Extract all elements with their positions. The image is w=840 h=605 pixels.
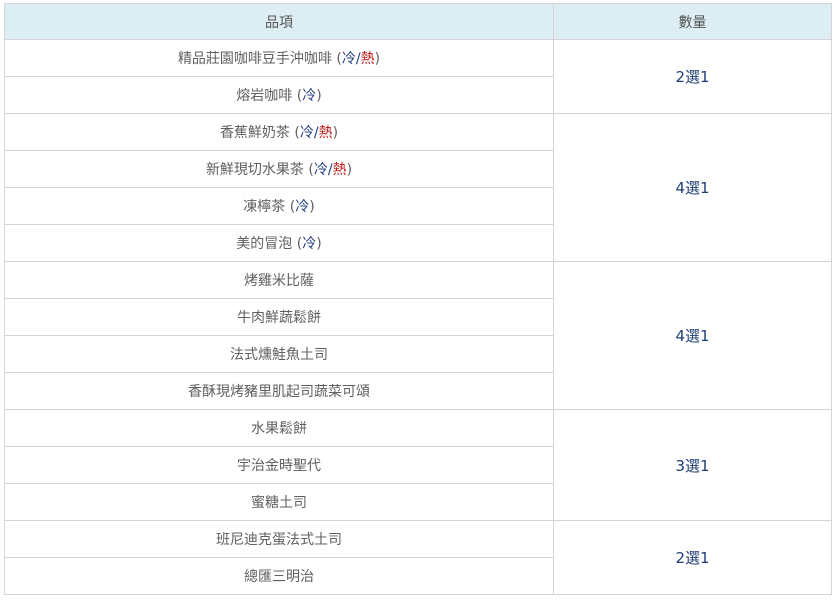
- cold-label: 冷: [302, 88, 317, 104]
- menu-item-cell: 蜜糖土司: [4, 483, 554, 521]
- menu-item-name: 精品莊園咖啡豆手沖咖啡: [177, 51, 332, 67]
- menu-item-cell: 精品莊園咖啡豆手沖咖啡 (冷/熱): [4, 39, 554, 77]
- menu-item-cell: 香蕉鮮奶茶 (冷/熱): [4, 113, 554, 151]
- hot-label: 熱: [360, 51, 375, 67]
- temperature-tag: (冷): [285, 199, 315, 215]
- menu-item-cell: 水果鬆餅: [4, 409, 554, 447]
- qty-column-header: 數量: [553, 3, 832, 40]
- cold-label: 冷: [313, 162, 328, 178]
- menu-item-name: 熔岩咖啡: [236, 88, 293, 104]
- menu-item-cell: 美的冒泡 (冷): [4, 224, 554, 262]
- hot-label: 熱: [318, 125, 333, 141]
- menu-item-name: 烤雞米比薩: [244, 273, 314, 289]
- cold-label: 冷: [299, 125, 314, 141]
- menu-item-name: 美的冒泡: [236, 236, 293, 252]
- cold-label: 冷: [295, 199, 310, 215]
- temperature-tag: (冷/熱): [303, 162, 353, 178]
- selection-quantity: 3選1: [553, 409, 832, 521]
- menu-item-name: 總匯三明治: [244, 569, 314, 585]
- temperature-tag: (冷): [292, 88, 322, 104]
- table-row: 水果鬆餅 3選1: [4, 409, 832, 521]
- menu-item-name: 水果鬆餅: [251, 421, 307, 437]
- selection-quantity: 4選1: [553, 261, 832, 410]
- item-column-header: 品項: [4, 3, 554, 40]
- menu-item-name: 香蕉鮮奶茶: [219, 125, 290, 141]
- temperature-tag: (冷/熱): [331, 51, 381, 67]
- menu-item-cell: 新鮮現切水果茶 (冷/熱): [4, 150, 554, 188]
- table-row: 班尼迪克蛋法式土司 2選1: [4, 520, 832, 595]
- selection-quantity: 4選1: [553, 113, 832, 262]
- menu-item-cell: 班尼迪克蛋法式土司: [4, 520, 554, 558]
- temperature-tag: (冷): [292, 236, 322, 252]
- temperature-tag: (冷/熱): [289, 125, 339, 141]
- menu-table: 品項 數量 精品莊園咖啡豆手沖咖啡 (冷/熱) 2選1 熔岩咖啡 (冷) 香蕉鮮奶茶 …: [4, 3, 832, 595]
- menu-item-cell: 香酥現烤豬里肌起司蔬菜可頌: [4, 372, 554, 410]
- menu-item-cell: 熔岩咖啡 (冷): [4, 76, 554, 114]
- menu-item-cell: 凍檸茶 (冷): [4, 187, 554, 225]
- menu-item-name: 宇治金時聖代: [237, 458, 321, 474]
- cold-label: 冷: [302, 236, 317, 252]
- table-row: 精品莊園咖啡豆手沖咖啡 (冷/熱) 2選1: [4, 39, 832, 114]
- menu-item-name: 香酥現烤豬里肌起司蔬菜可頌: [188, 384, 370, 400]
- table-row: 香蕉鮮奶茶 (冷/熱) 4選1: [4, 113, 832, 262]
- hot-label: 熱: [332, 162, 347, 178]
- table-row: 烤雞米比薩 4選1: [4, 261, 832, 410]
- menu-item-cell: 宇治金時聖代: [4, 446, 554, 484]
- menu-item-cell: 烤雞米比薩: [4, 261, 554, 299]
- menu-item-cell: 牛肉鮮蔬鬆餅: [4, 298, 554, 336]
- cold-label: 冷: [341, 51, 356, 67]
- header-row: 品項 數量: [4, 3, 832, 40]
- menu-item-name: 法式燻鮭魚土司: [230, 347, 328, 363]
- menu-item-name: 牛肉鮮蔬鬆餅: [237, 310, 321, 326]
- menu-item-cell: 法式燻鮭魚土司: [4, 335, 554, 373]
- menu-item-name: 班尼迪克蛋法式土司: [216, 532, 342, 548]
- menu-body: 精品莊園咖啡豆手沖咖啡 (冷/熱) 2選1 熔岩咖啡 (冷) 香蕉鮮奶茶 (冷/熱) 4…: [4, 39, 832, 595]
- menu-item-name: 凍檸茶: [243, 199, 286, 215]
- selection-quantity: 2選1: [553, 520, 832, 595]
- menu-item-name: 新鮮現切水果茶: [205, 162, 304, 178]
- menu-item-cell: 總匯三明治: [4, 557, 554, 595]
- selection-quantity: 2選1: [553, 39, 832, 114]
- menu-item-name: 蜜糖土司: [251, 495, 307, 511]
